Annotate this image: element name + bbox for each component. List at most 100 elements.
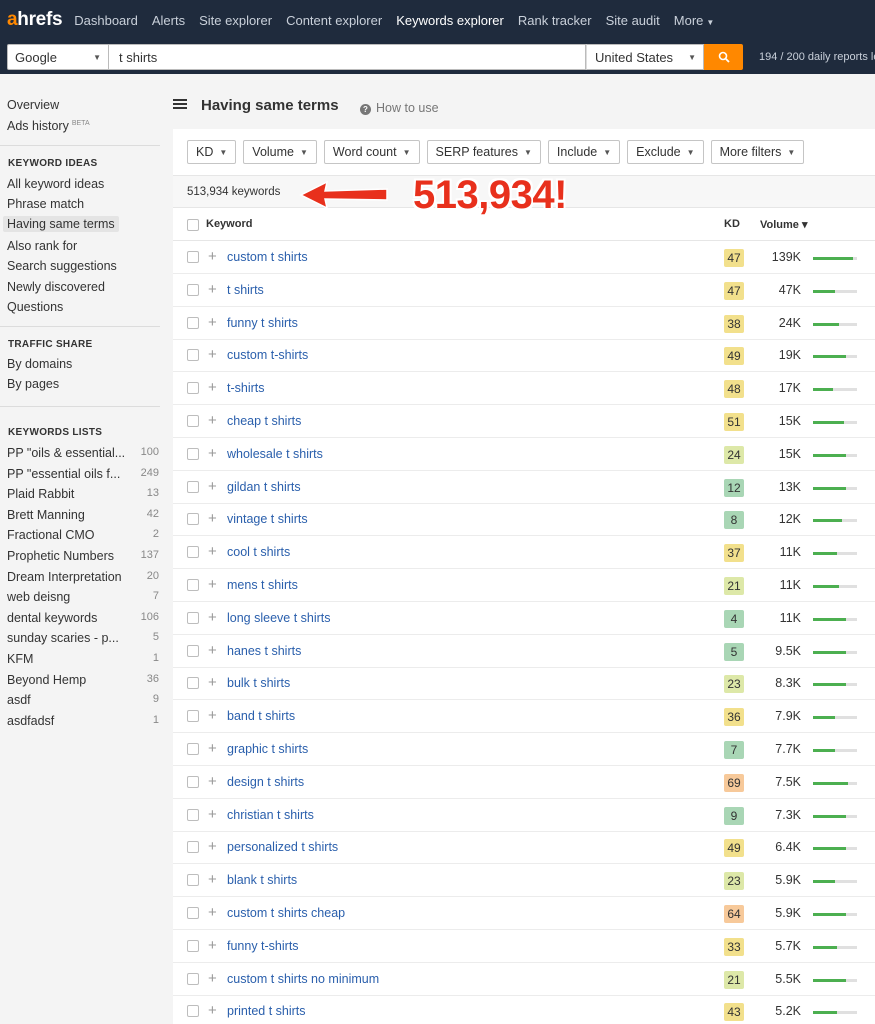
filter-serp-features-button[interactable]: SERP features ▼ xyxy=(426,140,541,164)
column-volume[interactable]: Volume ▾ xyxy=(760,218,808,231)
search-engine-select[interactable]: Google ▼ xyxy=(7,44,109,70)
add-to-list-icon[interactable]: + xyxy=(208,347,217,362)
sidebar-item-by-domains[interactable]: By domains xyxy=(7,357,72,371)
keyword-link[interactable]: hanes t shirts xyxy=(227,644,301,658)
keyword-link[interactable]: band t shirts xyxy=(227,709,295,723)
row-checkbox[interactable] xyxy=(187,579,199,591)
nav-rank-tracker[interactable]: Rank tracker xyxy=(518,13,592,28)
keyword-link[interactable]: printed t shirts xyxy=(227,1004,306,1018)
keyword-link[interactable]: custom t shirts cheap xyxy=(227,906,345,920)
sidebar-item-phrase-match[interactable]: Phrase match xyxy=(7,197,84,211)
filter-include-button[interactable]: Include ▼ xyxy=(547,140,621,164)
sidebar-list-item[interactable]: KFM 1 xyxy=(7,652,159,666)
sidebar-item-having-same-terms[interactable]: Having same terms xyxy=(3,216,119,232)
add-to-list-icon[interactable]: + xyxy=(208,971,217,986)
nav-keywords-explorer[interactable]: Keywords explorer xyxy=(396,13,504,28)
add-to-list-icon[interactable]: + xyxy=(208,643,217,658)
keyword-search-input[interactable]: t shirts xyxy=(109,44,586,70)
row-checkbox[interactable] xyxy=(187,447,199,460)
keyword-link[interactable]: long sleeve t shirts xyxy=(227,611,331,625)
keyword-link[interactable]: personalized t shirts xyxy=(227,840,338,854)
keyword-link[interactable]: graphic t shirts xyxy=(227,742,308,756)
row-checkbox[interactable] xyxy=(187,677,199,690)
keyword-link[interactable]: custom t shirts xyxy=(227,250,308,264)
keyword-link[interactable]: cheap t shirts xyxy=(227,414,301,428)
row-checkbox[interactable] xyxy=(187,874,199,887)
add-to-list-icon[interactable]: + xyxy=(208,479,217,494)
add-to-list-icon[interactable]: + xyxy=(208,741,217,756)
row-checkbox[interactable] xyxy=(187,743,199,755)
row-checkbox[interactable] xyxy=(187,513,199,526)
keyword-link[interactable]: custom t-shirts xyxy=(227,348,308,362)
add-to-list-icon[interactable]: + xyxy=(208,1003,217,1018)
keyword-link[interactable]: gildan t shirts xyxy=(227,480,301,494)
column-kd[interactable]: KD xyxy=(724,218,740,230)
sidebar-item-by-pages[interactable]: By pages xyxy=(7,377,59,391)
sidebar-list-item[interactable]: Brett Manning 42 xyxy=(7,508,159,522)
select-all-checkbox[interactable] xyxy=(187,219,199,231)
add-to-list-icon[interactable]: + xyxy=(208,905,217,920)
add-to-list-icon[interactable]: + xyxy=(208,249,217,264)
sidebar-list-item[interactable]: Beyond Hemp 36 xyxy=(7,673,159,687)
keyword-link[interactable]: christian t shirts xyxy=(227,808,314,822)
row-checkbox[interactable] xyxy=(187,939,199,952)
keyword-link[interactable]: t-shirts xyxy=(227,381,265,395)
row-checkbox[interactable] xyxy=(187,710,199,723)
nav-dashboard[interactable]: Dashboard xyxy=(74,13,138,28)
add-to-list-icon[interactable]: + xyxy=(208,839,217,854)
keyword-link[interactable]: vintage t shirts xyxy=(227,512,308,526)
sidebar-item-all-keyword-ideas[interactable]: All keyword ideas xyxy=(7,177,104,191)
add-to-list-icon[interactable]: + xyxy=(208,774,217,789)
sidebar-item-ads-history[interactable]: Ads history BETA xyxy=(7,119,90,133)
nav-site-audit[interactable]: Site audit xyxy=(606,13,660,28)
row-checkbox[interactable] xyxy=(187,611,199,624)
sidebar-list-item[interactable]: asdf 9 xyxy=(7,693,159,707)
add-to-list-icon[interactable]: + xyxy=(208,511,217,526)
sidebar-list-item[interactable]: Plaid Rabbit 13 xyxy=(7,487,159,501)
sidebar-list-item[interactable]: PP "oils & essential... 100 xyxy=(7,446,159,460)
add-to-list-icon[interactable]: + xyxy=(208,872,217,887)
sidebar-list-item[interactable]: web deisng 7 xyxy=(7,590,159,604)
row-checkbox[interactable] xyxy=(187,546,199,559)
row-checkbox[interactable] xyxy=(187,808,199,821)
sidebar-item-questions[interactable]: Questions xyxy=(7,300,63,314)
sidebar-list-item[interactable]: Prophetic Numbers 137 xyxy=(7,549,159,563)
add-to-list-icon[interactable]: + xyxy=(208,938,217,953)
row-checkbox[interactable] xyxy=(187,644,199,657)
keyword-link[interactable]: t shirts xyxy=(227,283,264,297)
country-select[interactable]: United States ▼ xyxy=(586,44,704,70)
filter-word-count-button[interactable]: Word count ▼ xyxy=(323,140,420,164)
sidebar-list-item[interactable]: Dream Interpretation 20 xyxy=(7,570,159,584)
add-to-list-icon[interactable]: + xyxy=(208,413,217,428)
add-to-list-icon[interactable]: + xyxy=(208,282,217,297)
row-checkbox[interactable] xyxy=(187,349,199,362)
row-checkbox[interactable] xyxy=(187,907,199,919)
sidebar-item-overview[interactable]: Overview xyxy=(7,98,59,112)
nav-site-explorer[interactable]: Site explorer xyxy=(199,13,272,28)
sidebar-list-item[interactable]: asdfadsf 1 xyxy=(7,714,159,728)
sidebar-item-search-suggestions[interactable]: Search suggestions xyxy=(7,259,117,273)
keyword-link[interactable]: funny t-shirts xyxy=(227,939,299,953)
search-button[interactable] xyxy=(704,44,743,70)
add-to-list-icon[interactable]: + xyxy=(208,807,217,822)
sidebar-list-item[interactable]: PP "essential oils f... 249 xyxy=(7,467,159,481)
ahrefs-logo[interactable]: ahrefs xyxy=(7,9,63,31)
keyword-link[interactable]: mens t shirts xyxy=(227,578,298,592)
add-to-list-icon[interactable]: + xyxy=(208,315,217,330)
nav-alerts[interactable]: Alerts xyxy=(152,13,185,28)
nav-more[interactable]: More ▼ xyxy=(674,13,715,28)
keyword-link[interactable]: design t shirts xyxy=(227,775,304,789)
keyword-link[interactable]: funny t shirts xyxy=(227,316,298,330)
add-to-list-icon[interactable]: + xyxy=(208,446,217,461)
filter-volume-button[interactable]: Volume ▼ xyxy=(243,140,317,164)
how-to-use-link[interactable]: ? How to use xyxy=(360,101,439,115)
keyword-link[interactable]: cool t shirts xyxy=(227,545,290,559)
row-checkbox[interactable] xyxy=(187,382,199,395)
add-to-list-icon[interactable]: + xyxy=(208,708,217,723)
add-to-list-icon[interactable]: + xyxy=(208,380,217,395)
sidebar-list-item[interactable]: dental keywords 106 xyxy=(7,611,159,625)
add-to-list-icon[interactable]: + xyxy=(208,610,217,625)
row-checkbox[interactable] xyxy=(187,972,199,985)
filter-more-button[interactable]: More filters ▼ xyxy=(710,140,805,164)
add-to-list-icon[interactable]: + xyxy=(208,577,217,592)
